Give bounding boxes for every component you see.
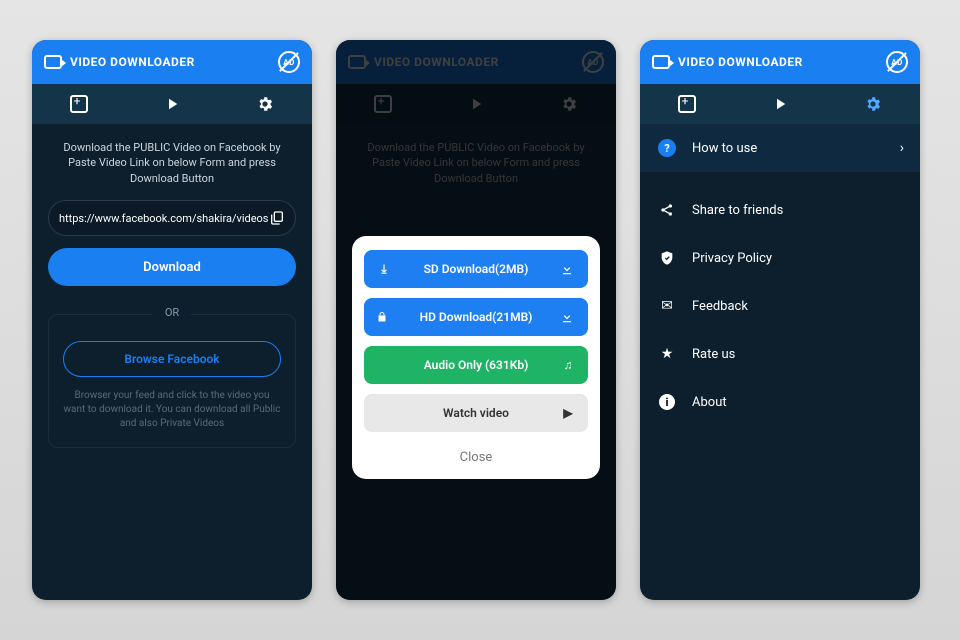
browse-facebook-button[interactable]: Browse Facebook — [63, 341, 281, 377]
info-icon: i — [656, 394, 678, 410]
item-share[interactable]: Share to friends — [640, 186, 920, 234]
item-how-to-use[interactable]: ? How to use › — [640, 124, 920, 172]
download-arrow-icon — [560, 310, 576, 324]
option-hd-download[interactable]: HD Download(21MB) — [364, 298, 588, 336]
option-sd-download[interactable]: ⤓ SD Download(2MB) — [364, 250, 588, 288]
item-label: Rate us — [692, 347, 904, 362]
item-label: About — [692, 395, 904, 410]
browse-panel: OR Browse Facebook Browser your feed and… — [48, 314, 296, 448]
or-divider: OR — [153, 306, 191, 319]
app-logo-icon — [652, 55, 670, 69]
download-icon: ⤓ — [376, 262, 392, 277]
option-label: SD Download(2MB) — [392, 262, 560, 276]
url-value: https://www.facebook.com/shakira/videos — [59, 212, 269, 225]
tab-browser[interactable] — [32, 84, 125, 124]
item-label: Share to friends — [692, 203, 904, 218]
instruction-text: Download the PUBLIC Video on Facebook by… — [48, 140, 296, 186]
tab-bar — [640, 84, 920, 124]
lock-icon — [376, 310, 392, 324]
browser-icon — [70, 95, 88, 113]
browse-hint: Browser your feed and click to the video… — [63, 389, 281, 431]
item-label: How to use — [692, 141, 900, 156]
option-label: HD Download(21MB) — [392, 310, 560, 324]
tab-settings[interactable] — [219, 84, 312, 124]
settings-list: ? How to use › Share to friends Privacy … — [640, 124, 920, 426]
screen-body: Download the PUBLIC Video on Facebook by… — [32, 124, 312, 600]
tab-browser[interactable] — [640, 84, 733, 124]
download-button[interactable]: Download — [48, 248, 296, 286]
item-label: Privacy Policy — [692, 251, 904, 266]
app-header: VIDEO DOWNLOADER AD — [32, 40, 312, 84]
app-logo-icon — [44, 55, 62, 69]
browser-icon — [678, 95, 696, 113]
no-ads-icon[interactable]: AD — [886, 51, 908, 73]
close-button[interactable]: Close — [364, 442, 588, 469]
play-icon — [163, 95, 181, 113]
chevron-right-icon: › — [900, 140, 904, 156]
item-about[interactable]: i About — [640, 378, 920, 426]
play-icon — [771, 95, 789, 113]
item-feedback[interactable]: ✉ Feedback — [640, 282, 920, 330]
app-title: VIDEO DOWNLOADER — [70, 55, 278, 69]
item-rate[interactable]: ★ Rate us — [640, 330, 920, 378]
download-options-modal: ⤓ SD Download(2MB) HD Download(21MB) Aud… — [352, 236, 600, 479]
gear-icon — [864, 95, 882, 113]
option-audio-only[interactable]: Audio Only (631Kb) ♫ — [364, 346, 588, 384]
option-label: Watch video — [392, 406, 560, 420]
tab-bar — [32, 84, 312, 124]
url-input[interactable]: https://www.facebook.com/shakira/videos — [48, 200, 296, 236]
paste-icon[interactable] — [269, 210, 285, 226]
screen-download-options: VIDEO DOWNLOADER AD Download the PUBLIC … — [336, 40, 616, 600]
star-icon: ★ — [656, 346, 678, 362]
question-icon: ? — [656, 139, 678, 157]
item-label: Feedback — [692, 299, 904, 314]
mail-icon: ✉ — [656, 298, 678, 314]
app-title: VIDEO DOWNLOADER — [678, 55, 886, 69]
no-ads-icon[interactable]: AD — [278, 51, 300, 73]
music-icon: ♫ — [560, 358, 576, 372]
item-privacy[interactable]: Privacy Policy — [640, 234, 920, 282]
gear-icon — [256, 95, 274, 113]
download-arrow-icon — [560, 262, 576, 276]
option-watch-video[interactable]: Watch video ▶ — [364, 394, 588, 432]
screen-settings: VIDEO DOWNLOADER AD ? How to use › Share… — [640, 40, 920, 600]
tab-settings[interactable] — [827, 84, 920, 124]
tab-videos[interactable] — [125, 84, 218, 124]
shield-icon — [656, 250, 678, 266]
screen-download: VIDEO DOWNLOADER AD Download the PUBLIC … — [32, 40, 312, 600]
play-icon: ▶ — [560, 406, 576, 420]
app-header: VIDEO DOWNLOADER AD — [640, 40, 920, 84]
share-icon — [656, 202, 678, 218]
option-label: Audio Only (631Kb) — [392, 358, 560, 372]
tab-videos[interactable] — [733, 84, 826, 124]
